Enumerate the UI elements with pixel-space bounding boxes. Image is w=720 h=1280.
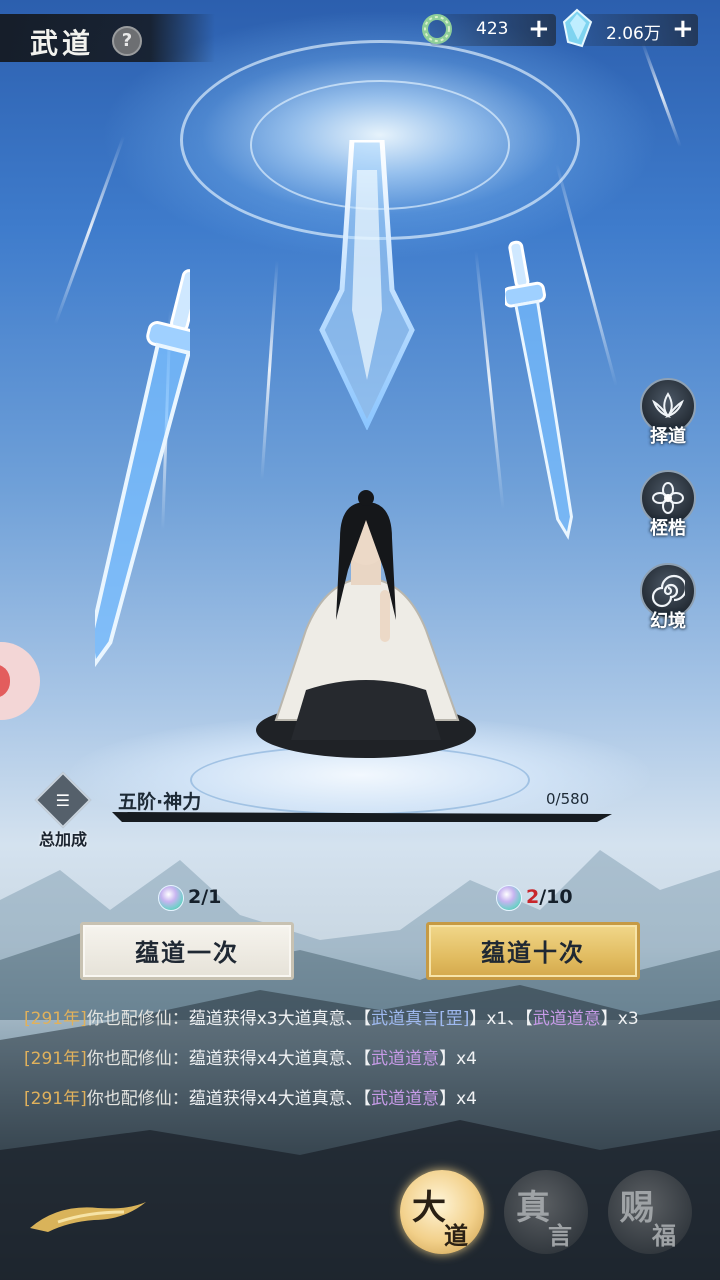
side-button-label: 桎梏 bbox=[650, 518, 686, 539]
nav-label-sub: 道 bbox=[444, 1221, 468, 1250]
floating-assistant-tab[interactable] bbox=[0, 642, 40, 720]
stage-name: 五阶·神力 bbox=[118, 791, 202, 813]
cost-have-insufficient: 2 bbox=[526, 886, 540, 908]
log-year: [291年] bbox=[24, 1089, 87, 1109]
total-bonus-label: 总加成 bbox=[38, 830, 87, 849]
resource-crystal-value: 2.06万 bbox=[606, 24, 661, 44]
resource-jade-value: 423 bbox=[476, 19, 509, 39]
cost-have: 2 bbox=[188, 886, 202, 908]
right-sword-icon bbox=[505, 240, 573, 540]
log-year: [291年] bbox=[24, 1009, 87, 1029]
nav-label-main: 赐 bbox=[620, 1188, 654, 1228]
stage-progress-text: 0/580 bbox=[546, 790, 590, 808]
central-sword-icon bbox=[319, 140, 415, 430]
side-button-label: 择道 bbox=[650, 426, 686, 447]
log-item-epic: 武道道意 bbox=[371, 1049, 440, 1069]
log-text: 】x3 bbox=[600, 1009, 639, 1029]
log-text: 】x4 bbox=[439, 1089, 477, 1109]
log-text: 蕴道获得x3大道真意、【 bbox=[188, 1009, 372, 1029]
list-icon: ☰ bbox=[34, 771, 92, 829]
add-crystal-button[interactable]: + bbox=[672, 14, 694, 44]
side-button-label: 幻境 bbox=[650, 611, 686, 632]
log-player: 你也配修仙： bbox=[86, 1009, 189, 1029]
nav-label-sub: 福 bbox=[652, 1221, 676, 1250]
log-player: 你也配修仙： bbox=[86, 1089, 189, 1109]
cost-count: 2/1 bbox=[188, 886, 221, 908]
log-entry: [291年]你也配修仙：蕴道获得x4大道真意、【武道道意】x4 bbox=[24, 1046, 696, 1072]
nav-label-sub: 言 bbox=[548, 1221, 572, 1250]
log-entry: [291年]你也配修仙：蕴道获得x3大道真意、【武道真言[罡]】x1、【武道道意… bbox=[24, 1006, 696, 1032]
log-text: 蕴道获得x4大道真意、【 bbox=[188, 1089, 372, 1109]
nav-label-main: 大 bbox=[412, 1188, 446, 1228]
total-bonus-button[interactable]: ☰ 总加成 bbox=[30, 771, 96, 850]
cost-need: /1 bbox=[201, 886, 222, 908]
nav-great-dao[interactable]: 大 道 bbox=[400, 1170, 484, 1254]
cost-need: /10 bbox=[539, 886, 573, 908]
log-text: 】x1、【 bbox=[469, 1009, 533, 1029]
nav-label-main: 真 bbox=[516, 1188, 550, 1228]
dao-orb-icon bbox=[496, 885, 522, 911]
log-item-rare: 武道真言[罡] bbox=[371, 1009, 470, 1029]
side-button-illusion[interactable]: 幻境 bbox=[636, 563, 700, 643]
side-button-shackles[interactable]: 桎梏 bbox=[636, 470, 700, 550]
cost-count: 2/10 bbox=[526, 886, 573, 908]
draw-once-button[interactable]: 蕴道一次 bbox=[80, 922, 294, 980]
light-beam bbox=[474, 250, 505, 510]
light-beam bbox=[260, 260, 279, 480]
log-entry: [291年]你也配修仙：蕴道获得x4大道真意、【武道道意】x4 bbox=[24, 1086, 696, 1112]
left-sword-icon bbox=[95, 269, 190, 670]
assistant-tab-icon bbox=[0, 664, 10, 698]
log-player: 你也配修仙： bbox=[86, 1049, 189, 1069]
side-button-choose-path[interactable]: 择道 bbox=[636, 378, 700, 458]
log-year: [291年] bbox=[24, 1049, 87, 1069]
add-jade-button[interactable]: + bbox=[528, 14, 550, 44]
draw-log: [291年]你也配修仙：蕴道获得x3大道真意、【武道真言[罡]】x1、【武道道意… bbox=[24, 1006, 696, 1126]
draw-ten-button[interactable]: 蕴道十次 bbox=[426, 922, 640, 980]
spirit-crystal-icon bbox=[562, 8, 593, 48]
log-item-epic: 武道道意 bbox=[371, 1089, 440, 1109]
help-icon[interactable]: ? bbox=[112, 26, 142, 56]
gold-brush-stroke bbox=[30, 1202, 146, 1232]
log-text: 蕴道获得x4大道真意、【 bbox=[188, 1049, 372, 1069]
log-item-epic: 武道道意 bbox=[532, 1009, 601, 1029]
nav-bless[interactable]: 赐 福 bbox=[608, 1170, 692, 1254]
page-title: 武道 bbox=[30, 27, 95, 60]
meditating-cultivator bbox=[256, 490, 476, 758]
jade-ring-icon bbox=[422, 14, 452, 44]
dao-orb-icon bbox=[158, 885, 184, 911]
log-text: 】x4 bbox=[439, 1049, 477, 1069]
nav-true-words[interactable]: 真 言 bbox=[504, 1170, 588, 1254]
